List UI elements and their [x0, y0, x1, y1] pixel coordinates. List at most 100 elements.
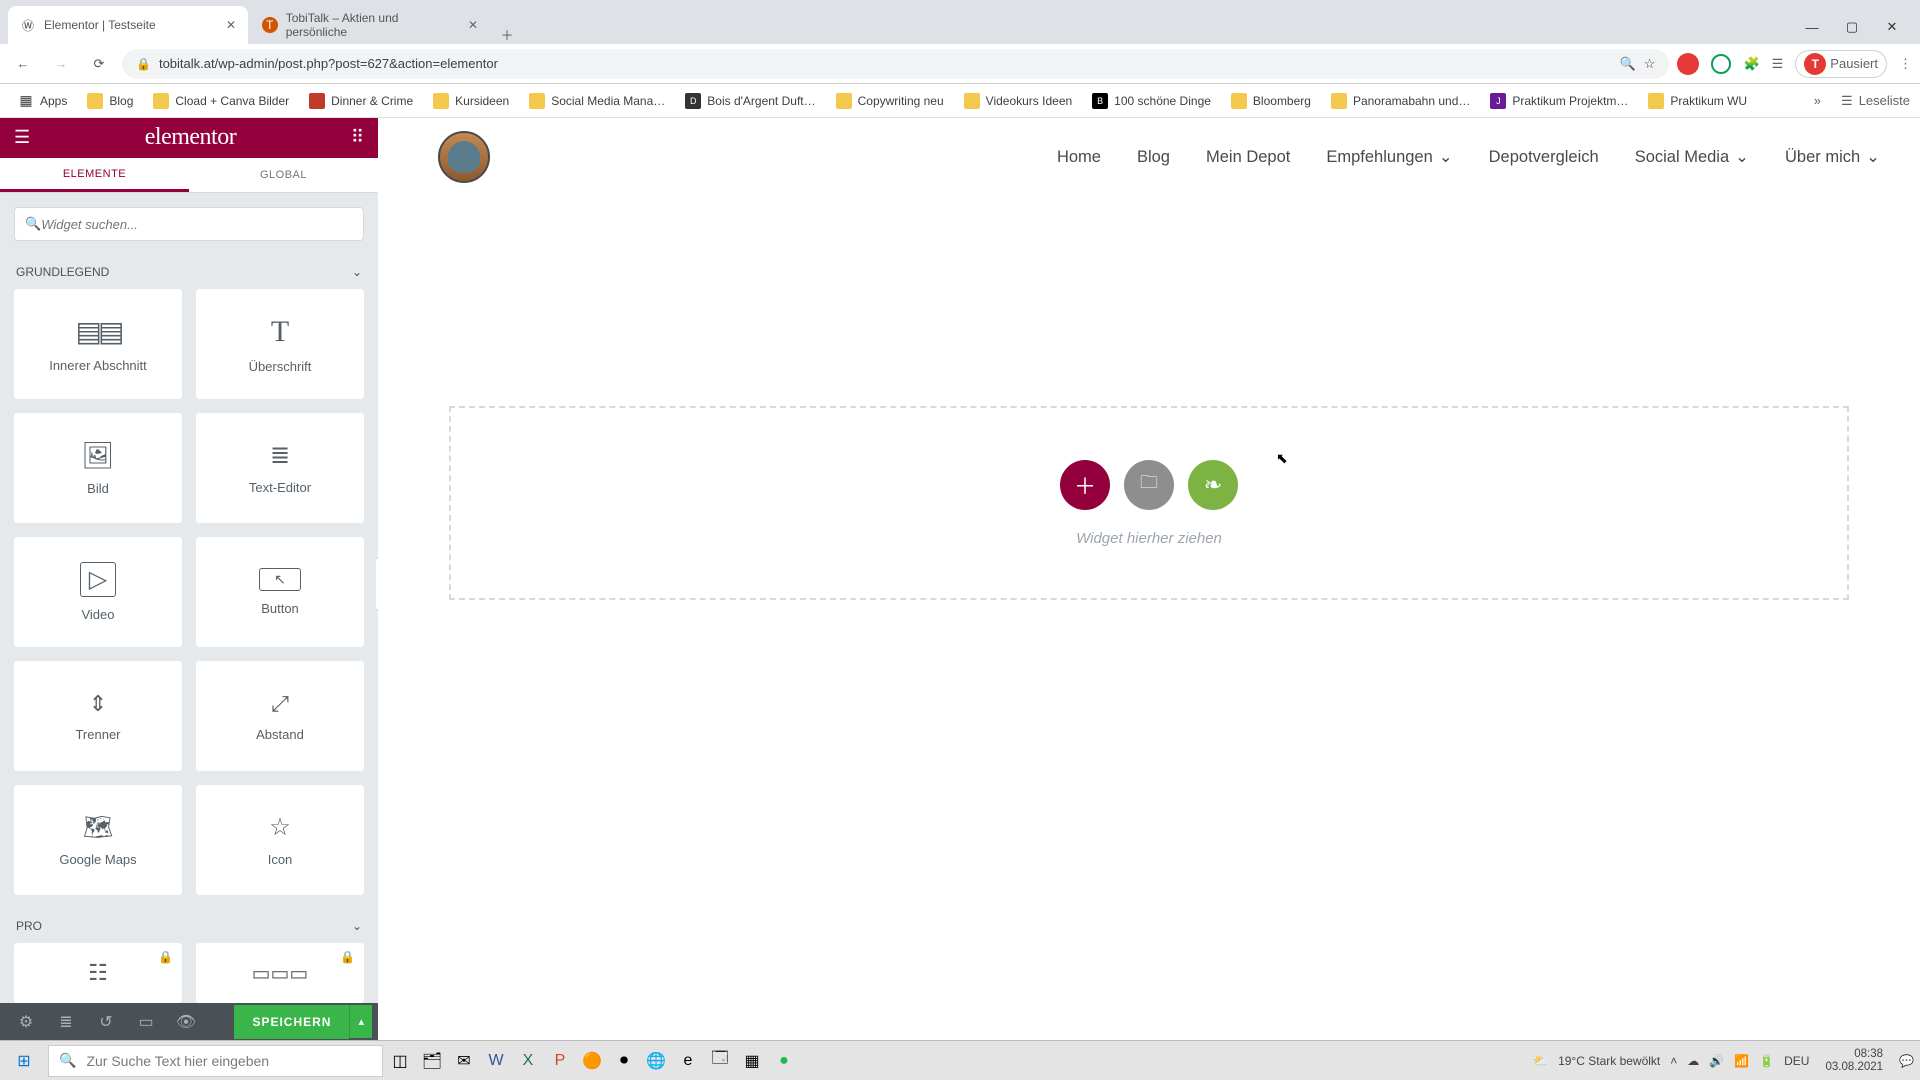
mail-icon[interactable]: ✉ [449, 1046, 479, 1076]
reload-button[interactable]: ⟳ [84, 56, 114, 72]
window-close-icon[interactable]: ✕ [1872, 19, 1912, 35]
window-minimize-icon[interactable]: — [1792, 20, 1832, 35]
menu-icon[interactable]: ☰ [14, 127, 30, 148]
window-maximize-icon[interactable]: ▢ [1832, 19, 1872, 35]
back-button[interactable]: ← [8, 56, 38, 71]
widget-button[interactable]: ↖Button [196, 537, 364, 647]
new-tab-button[interactable]: ＋ [492, 25, 522, 44]
navigator-icon[interactable]: ≣ [46, 1012, 86, 1032]
widget-pro-item[interactable]: 🔒▭▭▭ [196, 943, 364, 1003]
tab-elemente[interactable]: ELEMENTE [0, 158, 189, 192]
bookmark-item[interactable]: Social Media Mana… [521, 89, 673, 113]
clock[interactable]: 08:38 03.08.2021 [1819, 1048, 1889, 1073]
obs-icon[interactable]: ⏺ [609, 1046, 639, 1076]
reading-list-icon[interactable]: ☰ [1772, 56, 1784, 72]
extension-icon[interactable] [1677, 53, 1699, 75]
search-input[interactable] [41, 217, 353, 232]
widget-pro-item[interactable]: 🔒☷ [14, 943, 182, 1003]
add-template-button[interactable]: 🗀 [1124, 460, 1174, 510]
address-bar[interactable]: 🔒 tobitalk.at/wp-admin/post.php?post=627… [122, 49, 1669, 79]
bookmark-apps[interactable]: ▦Apps [10, 89, 75, 113]
bookmark-item[interactable]: Bloomberg [1223, 89, 1319, 113]
widget-divider[interactable]: ⇕Trenner [14, 661, 182, 771]
category-basic[interactable]: GRUNDLEGEND ⌄ [0, 255, 378, 289]
close-icon[interactable]: ✕ [226, 18, 236, 32]
bookmark-item[interactable]: Praktikum WU [1640, 89, 1755, 113]
star-icon[interactable]: ☆ [1644, 56, 1656, 72]
weather-icon[interactable]: ⛅ [1533, 1054, 1548, 1068]
nav-item-home[interactable]: Home [1057, 147, 1101, 167]
nav-item-mein-depot[interactable]: Mein Depot [1206, 147, 1290, 167]
nav-item-social-media[interactable]: Social Media ⌄ [1635, 147, 1749, 167]
bookmark-item[interactable]: Kursideen [425, 89, 517, 113]
nav-item-blog[interactable]: Blog [1137, 147, 1170, 167]
nav-item-depotvergleich[interactable]: Depotvergleich [1489, 147, 1599, 167]
notifications-icon[interactable]: 💬 [1899, 1054, 1914, 1068]
explorer-icon[interactable]: 🗂 [417, 1046, 447, 1076]
envato-kit-button[interactable]: ❧ [1188, 460, 1238, 510]
widget-text-editor[interactable]: ≣Text-Editor [196, 413, 364, 523]
preview-icon[interactable]: 👁 [166, 1012, 206, 1032]
language-indicator[interactable]: DEU [1784, 1054, 1809, 1068]
app-icon[interactable]: ▦ [737, 1046, 767, 1076]
widgets-grid-icon[interactable]: ⠿ [351, 127, 364, 148]
widget-google-maps[interactable]: 🗺Google Maps [14, 785, 182, 895]
responsive-icon[interactable]: ▭ [126, 1012, 166, 1032]
save-button[interactable]: SPEICHERN [234, 1005, 349, 1039]
app-icon[interactable]: 🟠 [577, 1046, 607, 1076]
browser-tab-2[interactable]: T TobiTalk – Aktien und persönliche ✕ [250, 6, 490, 44]
tray-chevron-up-icon[interactable]: ˄ [1670, 1054, 1677, 1068]
bookmark-item[interactable]: Blog [79, 89, 141, 113]
onedrive-icon[interactable]: ☁ [1687, 1054, 1699, 1068]
widget-heading[interactable]: TÜberschrift [196, 289, 364, 399]
bookmark-item[interactable]: Copywriting neu [828, 89, 952, 113]
bookmark-item[interactable]: JPraktikum Projektm… [1482, 89, 1636, 113]
widget-search[interactable]: 🔍 [14, 207, 364, 241]
bookmark-item[interactable]: Videokurs Ideen [956, 89, 1081, 113]
nav-item-ueber-mich[interactable]: Über mich ⌄ [1785, 147, 1880, 167]
tab-global[interactable]: GLOBAL [189, 158, 378, 192]
readlist-icon[interactable]: ☰ [1841, 93, 1853, 109]
chrome-icon[interactable]: 🌐 [641, 1046, 671, 1076]
close-icon[interactable]: ✕ [468, 18, 478, 32]
bookmark-item[interactable]: Cload + Canva Bilder [145, 89, 297, 113]
start-button[interactable]: ⊞ [0, 1051, 48, 1071]
widget-image[interactable]: 🖼Bild [14, 413, 182, 523]
widget-icon[interactable]: ☆Icon [196, 785, 364, 895]
bookmark-item[interactable]: Dinner & Crime [301, 89, 421, 113]
weather-text[interactable]: 19°C Stark bewölkt [1558, 1054, 1660, 1068]
bookmark-item[interactable]: DBois d'Argent Duft… [677, 89, 823, 113]
battery-icon[interactable]: 🔋 [1759, 1054, 1774, 1068]
zoom-icon[interactable]: 🔍 [1620, 56, 1636, 72]
category-pro[interactable]: PRO ⌄ [0, 909, 378, 943]
kebab-menu-icon[interactable]: ⋮ [1899, 56, 1912, 72]
save-options-button[interactable]: ▴ [349, 1005, 372, 1038]
app-icon[interactable]: 🗔 [705, 1046, 735, 1076]
settings-icon[interactable]: ⚙ [6, 1012, 46, 1032]
word-icon[interactable]: W [481, 1046, 511, 1076]
reading-list-label[interactable]: Leseliste [1859, 93, 1910, 108]
volume-icon[interactable]: 🔊 [1709, 1054, 1724, 1068]
forward-button[interactable]: → [46, 56, 76, 71]
windows-search[interactable]: 🔍 Zur Suche Text hier eingeben [48, 1045, 383, 1077]
widget-video[interactable]: ▷Video [14, 537, 182, 647]
bookmark-item[interactable]: B100 schöne Dinge [1084, 89, 1219, 113]
nav-item-empfehlungen[interactable]: Empfehlungen ⌄ [1326, 147, 1452, 167]
add-section-button[interactable]: ＋ [1060, 460, 1110, 510]
add-section-dropzone[interactable]: ＋ 🗀 ❧ Widget hierher ziehen [449, 406, 1849, 600]
edge-icon[interactable]: e [673, 1046, 703, 1076]
preview-canvas[interactable]: Home Blog Mein Depot Empfehlungen ⌄ Depo… [378, 118, 1920, 1040]
bookmark-item[interactable]: Panoramabahn und… [1323, 89, 1478, 113]
task-view-icon[interactable]: ◫ [385, 1046, 415, 1076]
spotify-icon[interactable]: ● [769, 1046, 799, 1076]
history-icon[interactable]: ↺ [86, 1012, 126, 1032]
extensions-icon[interactable]: 🧩 [1743, 56, 1759, 72]
profile-button[interactable]: T Pausiert [1795, 50, 1887, 78]
wifi-icon[interactable]: 📶 [1734, 1054, 1749, 1068]
excel-icon[interactable]: X [513, 1046, 543, 1076]
overflow-chevron-icon[interactable]: » [1814, 93, 1821, 108]
powerpoint-icon[interactable]: P [545, 1046, 575, 1076]
browser-tab-1[interactable]: Ⓦ Elementor | Testseite ✕ [8, 6, 248, 44]
widget-spacer[interactable]: ⤢Abstand [196, 661, 364, 771]
site-logo[interactable] [438, 131, 490, 183]
